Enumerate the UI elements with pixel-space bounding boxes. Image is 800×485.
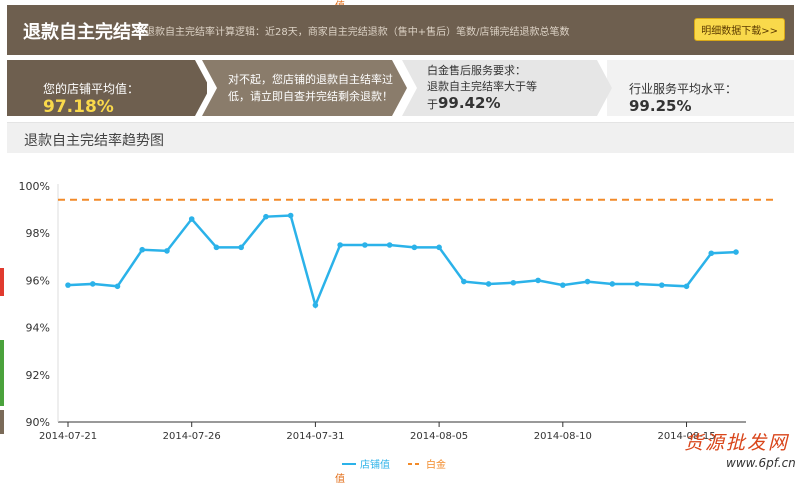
store-data-point [238,244,244,251]
store-data-point [485,281,492,287]
x-tick-label: 2014-08-10 [534,431,592,442]
store-data-point [609,281,616,287]
store-data-point [65,282,71,288]
trend-chart: 90% 92% 94% 96% 98% 100% 2014-07-21 2014-07-26 2… [19,180,774,471]
x-tick-label: 2014-08-05 [410,431,468,442]
store-data-point [708,250,715,257]
store-data-point [139,246,146,253]
store-data-point [510,279,517,286]
watermark-url: www.6pf.cn [726,456,796,470]
store-data-point [733,249,739,255]
legend-store-label: 店铺值 [360,458,390,471]
y-tick-label: 100% [19,180,50,193]
store-data-point [213,244,220,251]
watermark-logo: 货源批发网 [684,432,790,454]
store-data-point [411,244,418,251]
store-data-point [362,242,368,248]
y-tick-label: 96% [26,274,50,287]
legend-platinum-label: 白金 [426,458,446,471]
store-data-point [287,212,294,219]
y-tick-label: 90% [26,416,50,429]
store-data-point [658,282,665,288]
store-data-point [584,278,591,285]
store-data-point [436,244,442,251]
store-data-point [461,278,467,285]
store-series-line [67,214,737,310]
store-data-point [89,281,96,287]
store-data-point [386,242,393,248]
store-data-point [683,283,690,290]
bottom-marker: 值 [335,474,345,485]
store-data-point [535,277,541,284]
x-tick-label: 2014-07-26 [163,431,221,442]
store-data-point [560,282,566,288]
store-data-point [312,302,319,308]
store-data-point [634,281,640,287]
y-tick-label: 98% [26,227,50,240]
store-data-point [337,242,343,248]
store-data-point [188,216,195,222]
y-tick-label: 94% [26,322,50,335]
y-tick-label: 92% [26,369,50,382]
x-tick-label: 2014-07-31 [286,431,344,442]
x-tick-label: 2014-07-21 [39,431,97,442]
store-data-point [114,283,121,290]
store-data-point [164,248,170,254]
store-data-point [263,213,269,220]
